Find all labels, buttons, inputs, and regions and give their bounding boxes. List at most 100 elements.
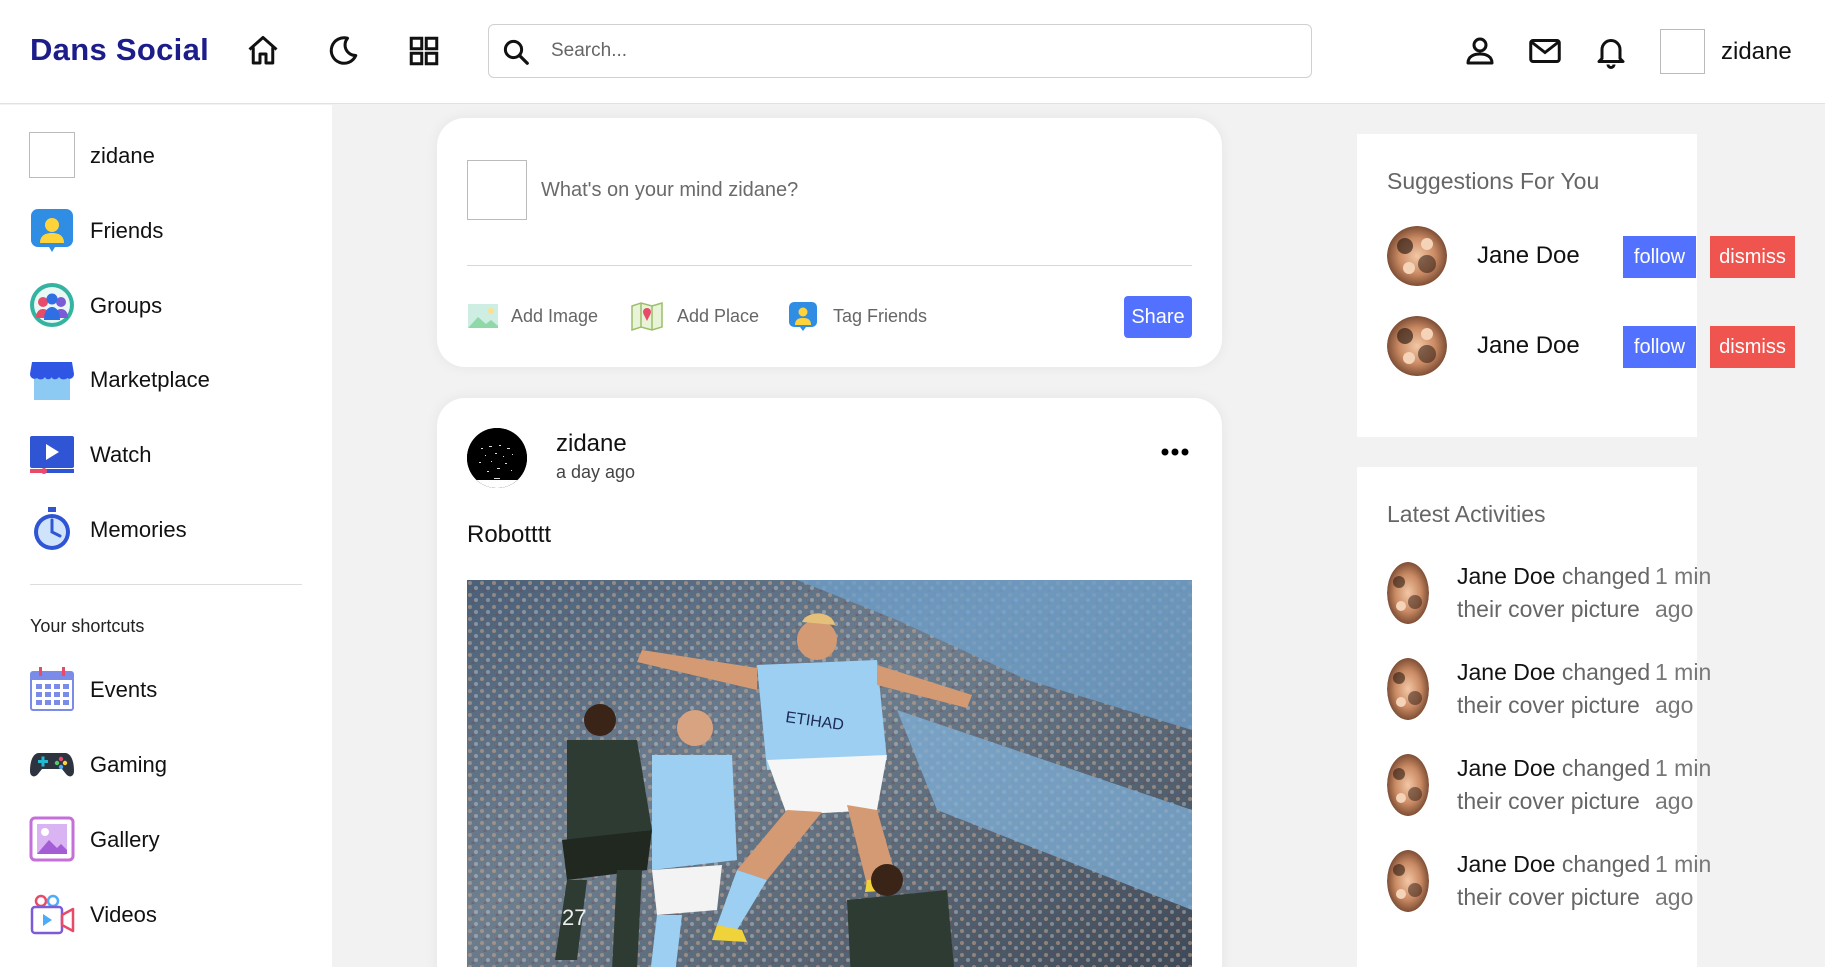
- sidebar-item-label: Gaming: [90, 752, 168, 777]
- sidebar-item-gaming[interactable]: Gaming: [29, 741, 309, 789]
- avatar-image: [1387, 562, 1429, 624]
- add-image-button[interactable]: Add Image: [467, 301, 607, 333]
- follow-button[interactable]: follow: [1623, 326, 1696, 368]
- activities-card: Latest Activities Jane Doe changed their…: [1357, 467, 1711, 967]
- football-photo: 27 ETIHAD: [467, 580, 1192, 967]
- suggestion-name[interactable]: Jane Doe: [1477, 242, 1580, 270]
- activity-user[interactable]: Jane Doe: [1457, 659, 1555, 685]
- mail-icon[interactable]: [1527, 33, 1563, 69]
- post-input[interactable]: [541, 174, 1101, 206]
- user-avatar[interactable]: [1660, 29, 1705, 74]
- memories-icon: [34, 507, 70, 550]
- shortcuts-heading: Your shortcuts: [30, 616, 145, 636]
- tag-friends-button[interactable]: Tag Friends: [787, 301, 947, 333]
- sidebar-divider: [30, 584, 302, 585]
- person-icon[interactable]: [1462, 33, 1498, 69]
- post-author-name[interactable]: zidane: [556, 430, 627, 458]
- groups-icon: [30, 283, 74, 327]
- sidebar-item-label: Watch: [90, 442, 152, 467]
- sidebar-item-profile[interactable]: zidane: [29, 132, 309, 180]
- grid-icon[interactable]: [406, 33, 442, 69]
- more-options-icon[interactable]: [1157, 438, 1193, 466]
- add-place-label: Add Place: [677, 306, 760, 326]
- suggestion-avatar[interactable]: [1387, 226, 1447, 286]
- sidebar-item-videos[interactable]: Videos: [29, 891, 309, 939]
- share-button[interactable]: Share: [1124, 296, 1192, 338]
- activity-avatar[interactable]: [1387, 850, 1429, 912]
- marketplace-icon: [30, 362, 74, 400]
- map-icon: [631, 301, 663, 331]
- post-image[interactable]: 27 ETIHAD: [467, 580, 1192, 967]
- tag-friends-icon: [789, 302, 817, 331]
- activity-time: 1 min ago: [1655, 851, 1712, 910]
- add-place-button[interactable]: Add Place: [631, 301, 771, 333]
- gaming-icon: [30, 753, 74, 777]
- site-logo[interactable]: Dans Social: [30, 32, 209, 68]
- sidebar-item-watch[interactable]: Watch: [29, 431, 309, 479]
- home-icon[interactable]: [245, 33, 281, 69]
- sidebar-item-marketplace[interactable]: Marketplace: [29, 356, 309, 404]
- activity-user[interactable]: Jane Doe: [1457, 563, 1555, 589]
- activity-item: Jane Doe changed their cover picture 1 m…: [1387, 752, 1711, 822]
- post-author-avatar[interactable]: [467, 428, 527, 488]
- user-avatar: [29, 132, 75, 178]
- user-avatar: [467, 160, 527, 220]
- sidebar-item-label: Memories: [90, 517, 187, 542]
- sidebar-item-label: Events: [90, 677, 158, 702]
- suggestions-card: Suggestions For You Jane Doe follow dism…: [1357, 134, 1795, 437]
- activity-text: Jane Doe changed their cover picture: [1457, 560, 1672, 626]
- activity-user[interactable]: Jane Doe: [1457, 851, 1555, 877]
- sidebar-item-memories[interactable]: Memories: [29, 506, 309, 554]
- bell-icon[interactable]: [1593, 33, 1629, 69]
- sidebar-item-label: Gallery: [90, 827, 160, 852]
- tag-friends-label: Tag Friends: [833, 306, 928, 326]
- moon-icon[interactable]: [325, 33, 361, 69]
- follow-button[interactable]: follow: [1623, 236, 1696, 278]
- suggestion-name[interactable]: Jane Doe: [1477, 332, 1580, 360]
- videos-icon: [30, 894, 75, 935]
- activities-title: Latest Activities: [1387, 501, 1546, 527]
- friends-icon: [31, 209, 73, 252]
- suggestion-item: Jane Doe follow dismiss: [1387, 226, 1795, 288]
- suggestion-item: Jane Doe follow dismiss: [1387, 316, 1795, 378]
- composer-divider: [467, 265, 1192, 266]
- activity-avatar[interactable]: [1387, 754, 1429, 816]
- sidebar-item-friends[interactable]: Friends: [29, 207, 309, 255]
- avatar-image: [467, 428, 527, 488]
- left-sidebar: zidane Friends Groups Marketplace Watch …: [0, 105, 332, 967]
- search-icon: [503, 39, 529, 65]
- post-timestamp: a day ago: [556, 462, 636, 482]
- add-image-label: Add Image: [511, 306, 599, 326]
- search-input[interactable]: [551, 34, 1291, 68]
- suggestion-avatar[interactable]: [1387, 316, 1447, 376]
- activity-avatar[interactable]: [1387, 562, 1429, 624]
- sidebar-item-groups[interactable]: Groups: [29, 282, 309, 330]
- sidebar-item-events[interactable]: Events: [29, 666, 309, 714]
- top-navbar: Dans Social zidane: [0, 0, 1825, 104]
- sidebar-item-label: Groups: [90, 293, 163, 318]
- activity-item: Jane Doe changed their cover picture 1 m…: [1387, 656, 1711, 726]
- image-icon: [468, 304, 498, 328]
- avatar-image: [1387, 850, 1429, 912]
- activity-item: Jane Doe changed their cover picture 1 m…: [1387, 560, 1711, 630]
- nav-username[interactable]: zidane: [1721, 38, 1792, 66]
- dismiss-button[interactable]: dismiss: [1710, 236, 1795, 278]
- suggestions-title: Suggestions For You: [1387, 168, 1600, 194]
- gallery-icon: [29, 816, 75, 862]
- activity-text: Jane Doe changed their cover picture: [1457, 752, 1672, 818]
- watch-icon: [30, 436, 74, 474]
- avatar-image: [1387, 658, 1429, 720]
- activity-text: Jane Doe changed their cover picture: [1457, 848, 1672, 914]
- activity-text: Jane Doe changed their cover picture: [1457, 656, 1672, 722]
- sidebar-item-label: Friends: [90, 218, 164, 243]
- dismiss-button[interactable]: dismiss: [1710, 326, 1795, 368]
- activity-user[interactable]: Jane Doe: [1457, 755, 1555, 781]
- sidebar-item-gallery[interactable]: Gallery: [29, 816, 309, 864]
- activity-time: 1 min ago: [1655, 563, 1712, 622]
- avatar-image: [1387, 754, 1429, 816]
- post-composer: Add Image Add Place Tag Friends Share: [437, 118, 1222, 367]
- events-icon: [30, 667, 74, 711]
- post-text: Robotttt: [467, 521, 552, 548]
- avatar-image: [1387, 226, 1447, 286]
- activity-avatar[interactable]: [1387, 658, 1429, 720]
